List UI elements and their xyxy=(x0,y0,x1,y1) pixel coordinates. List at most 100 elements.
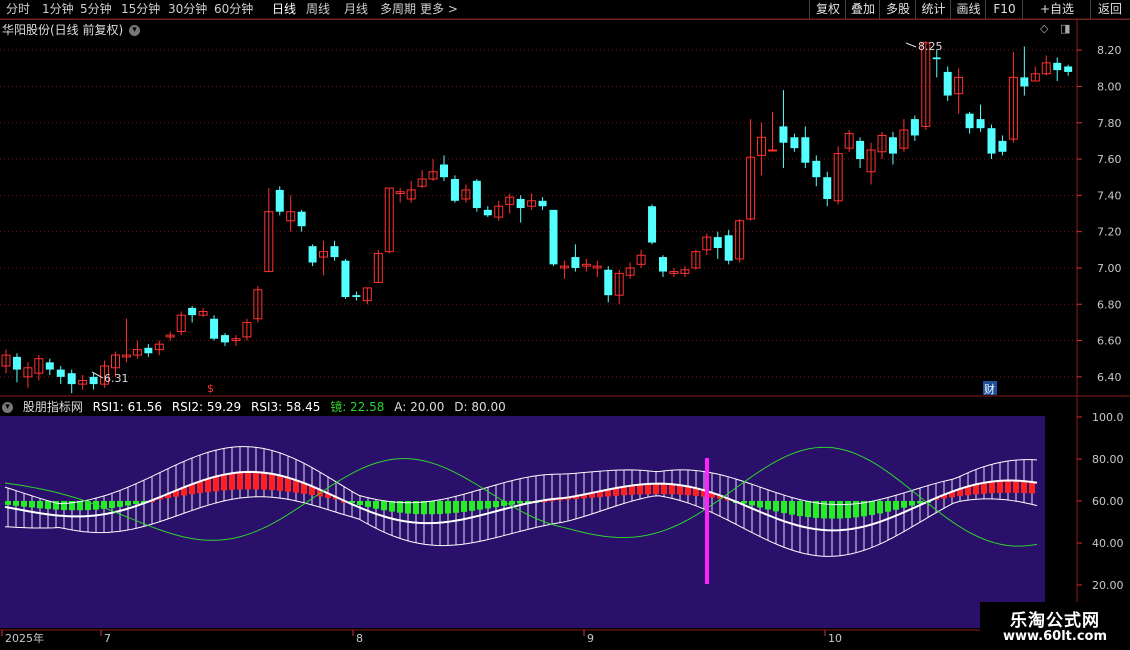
indicator-column xyxy=(285,477,291,492)
indicator-column xyxy=(509,501,515,505)
indicator-tick-label: 60.00 xyxy=(1092,495,1124,508)
candle-body xyxy=(352,295,361,297)
indicator-column xyxy=(637,484,643,495)
candle-body xyxy=(89,376,98,385)
candle-body xyxy=(648,206,657,243)
candle-body xyxy=(440,164,448,178)
indicator-column xyxy=(757,501,763,508)
indicator-column xyxy=(989,481,995,494)
indicator-column xyxy=(1013,480,1019,493)
candle-body xyxy=(549,209,558,265)
indicator-column xyxy=(61,501,67,510)
indicator-column xyxy=(893,501,899,510)
rsi1-value: RSI1: 61.56 xyxy=(92,400,163,414)
indicator-column xyxy=(765,501,771,510)
indicator-name: 股朋指标网 xyxy=(22,400,83,414)
candle-body xyxy=(483,209,492,216)
indicator-column xyxy=(213,476,219,492)
indicator-column xyxy=(357,501,363,506)
indicator-tick-label: 20.00 xyxy=(1092,579,1124,592)
indicator-column xyxy=(237,472,243,490)
rsi2-value: RSI2: 59.29 xyxy=(171,400,242,414)
indicator-column xyxy=(885,501,891,512)
candle-body xyxy=(943,71,952,96)
indicator-column xyxy=(1005,480,1011,493)
indicator-column xyxy=(389,501,395,512)
indicator-column xyxy=(421,501,427,515)
candle-body xyxy=(932,57,941,60)
indicator-column xyxy=(997,480,1003,493)
candle-body xyxy=(144,347,153,354)
indicator-column xyxy=(805,501,811,518)
indicator-tick-label: 40.00 xyxy=(1092,537,1124,550)
watermark: 乐淘公式网 www.60lt.com xyxy=(980,602,1130,650)
candle-body xyxy=(45,362,54,370)
indicator-column xyxy=(205,478,211,493)
candle-body xyxy=(659,257,667,272)
indicator-column xyxy=(261,472,267,490)
candle-body xyxy=(297,211,306,227)
d-value: D: 80.00 xyxy=(454,400,506,414)
price-tick-label: 7.60 xyxy=(1097,153,1122,166)
candle-body xyxy=(724,235,733,261)
price-tick-label: 7.40 xyxy=(1097,189,1122,202)
indicator-column xyxy=(373,501,379,509)
indicator-column xyxy=(877,501,883,514)
candle-body xyxy=(275,189,284,212)
date-tick-label: 9 xyxy=(587,632,594,645)
indicator-column xyxy=(909,501,915,506)
indicator-column xyxy=(645,483,651,495)
indicator-column xyxy=(125,501,131,506)
indicator-column xyxy=(1029,482,1035,494)
indicator-column xyxy=(661,483,667,495)
a-value: A: 20.00 xyxy=(394,400,445,414)
price-tick-label: 6.80 xyxy=(1097,298,1122,311)
candle-body xyxy=(856,140,865,160)
candle-body xyxy=(987,128,996,154)
candle-body xyxy=(910,119,919,136)
indicator-column xyxy=(677,485,683,495)
indicator-column xyxy=(221,474,227,491)
date-tick-label: 10 xyxy=(828,632,842,645)
indicator-column xyxy=(869,501,875,515)
chevron-down-icon[interactable]: ▾ xyxy=(2,402,13,413)
candle-body xyxy=(976,119,985,129)
indicator-column xyxy=(5,501,11,505)
indicator-column xyxy=(277,475,283,491)
candle-body xyxy=(823,177,832,199)
indicator-column xyxy=(797,501,803,517)
candle-body xyxy=(341,260,350,297)
indicator-column xyxy=(749,501,755,506)
indicator-header: ▾ 股朋指标网 RSI1: 61.56 RSI2: 59.29 RSI3: 58… xyxy=(2,398,512,415)
watermark-title: 乐淘公式网 xyxy=(1010,611,1100,631)
candle-body xyxy=(1064,66,1073,72)
candle-body xyxy=(888,137,897,154)
high-pointer xyxy=(905,42,917,48)
indicator-column xyxy=(901,501,907,508)
date-tick-label: 2025年 xyxy=(5,631,44,645)
candle-body xyxy=(713,237,722,248)
indicator-column xyxy=(741,501,747,504)
candlesticks: 8.25 6.31 $ 财 xyxy=(1,40,1073,396)
high-price-label: 8.25 xyxy=(918,40,943,53)
indicator-column xyxy=(133,501,139,505)
indicator-column xyxy=(653,483,659,495)
indicator-column xyxy=(485,501,491,509)
indicator-column xyxy=(789,501,795,515)
indicator-column xyxy=(21,501,27,507)
rsi3-value: RSI3: 58.45 xyxy=(251,400,321,414)
candle-body xyxy=(308,246,317,263)
candle-body xyxy=(12,356,21,370)
candle-body xyxy=(801,137,810,163)
candle-body xyxy=(210,318,219,339)
chart-canvas: 8.25 6.31 $ 财 8.20 8.00 7.80 7.60 7.40 7.20 7.00 6… xyxy=(0,18,1130,645)
indicator-column xyxy=(477,501,483,510)
watermark-url: www.60lt.com xyxy=(1002,629,1108,644)
price-tick-label: 8.20 xyxy=(1097,44,1122,57)
indicator-column xyxy=(445,501,451,514)
indicator-column xyxy=(45,501,51,510)
price-tick-label: 6.40 xyxy=(1097,371,1122,384)
indicator-column xyxy=(245,471,251,490)
date-tick-label: 8 xyxy=(356,632,363,645)
indicator-column xyxy=(829,501,835,519)
